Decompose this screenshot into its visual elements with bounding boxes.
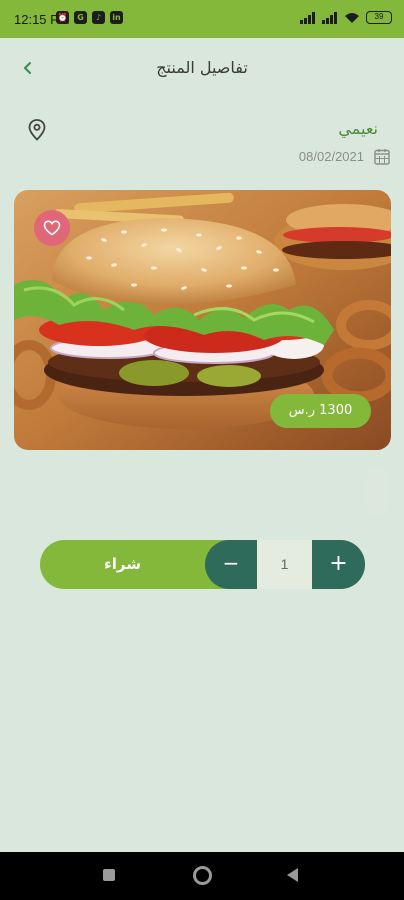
app-icon: G — [74, 11, 87, 24]
system-back-button[interactable] — [287, 868, 298, 882]
system-nav-bar — [0, 852, 404, 900]
system-icons: 39 — [300, 11, 392, 24]
recent-apps-button[interactable] — [103, 869, 115, 881]
location-pin-icon — [28, 119, 46, 141]
buy-button[interactable]: شراء — [40, 540, 205, 589]
date-row: 08/02/2021 — [299, 148, 390, 165]
notification-icons: ⏰ G ♪ in — [56, 11, 123, 24]
quantity-value: 1 — [257, 540, 312, 589]
location-button[interactable] — [26, 118, 48, 142]
signal-icon — [300, 11, 315, 24]
tiktok-icon: ♪ — [92, 11, 105, 24]
linkedin-icon: in — [110, 11, 123, 24]
seller-name: نعيمي — [338, 119, 378, 138]
battery-indicator: 39 — [366, 11, 392, 24]
product-card[interactable]: 1300 ر.س — [14, 190, 391, 450]
wifi-icon — [345, 12, 359, 23]
post-date: 08/02/2021 — [298, 149, 364, 164]
status-bar: 12:15 PM ⏰ G ♪ in 39 — [0, 0, 404, 38]
home-button[interactable] — [193, 866, 212, 885]
app-header: تفاصيل المنتج — [0, 38, 404, 98]
decrease-quantity-button[interactable]: − — [205, 540, 257, 589]
alarm-clock-icon: ⏰ — [56, 11, 69, 24]
signal-icon — [322, 11, 337, 24]
favorite-button[interactable] — [34, 210, 70, 246]
heart-icon — [43, 220, 61, 236]
calendar-icon — [374, 149, 390, 165]
scroll-handle[interactable] — [366, 466, 388, 516]
page-title: تفاصيل المنتج — [156, 58, 248, 77]
price-tag: 1300 ر.س — [270, 394, 371, 428]
increase-quantity-button[interactable]: + — [312, 540, 365, 589]
purchase-bar: شراء − 1 + — [40, 540, 365, 589]
